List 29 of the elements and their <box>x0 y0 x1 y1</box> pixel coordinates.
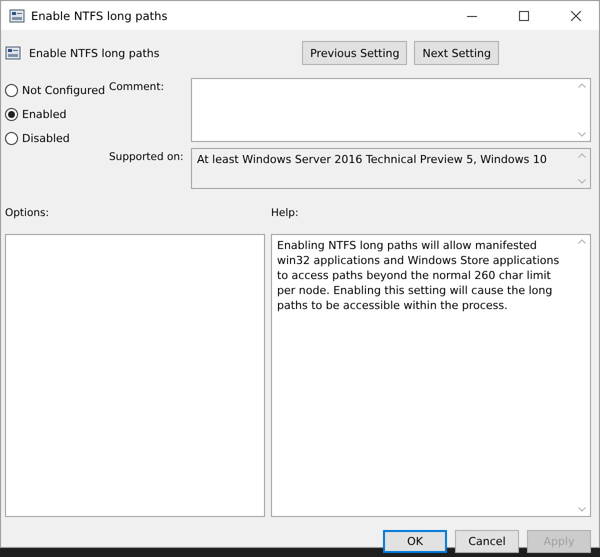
setting-title: Enable NTFS long paths <box>29 46 161 60</box>
dialog-button[interactable]: Cancel <box>455 530 519 553</box>
radio-label[interactable]: Disabled <box>22 132 70 145</box>
policy-icon <box>5 45 21 61</box>
options-label: Options: <box>5 206 50 219</box>
dialog-button[interactable]: OK <box>383 530 447 553</box>
radio-button[interactable] <box>5 132 18 145</box>
supported-on-field: At least Windows Server 2016 Technical Preview 5, Windows 10 <box>191 148 591 189</box>
comment-label: Comment: <box>109 80 164 93</box>
maximize-icon[interactable] <box>519 10 529 20</box>
scroll-up-icon[interactable] <box>578 83 586 88</box>
scroll-down-icon[interactable] <box>578 179 586 184</box>
radio-button[interactable] <box>5 84 18 97</box>
comment-field[interactable] <box>191 78 591 142</box>
radio-button[interactable] <box>5 108 18 121</box>
close-icon[interactable] <box>571 10 581 20</box>
scroll-down-icon[interactable] <box>578 132 586 137</box>
scroll-down-icon[interactable] <box>578 507 586 512</box>
scroll-up-icon[interactable] <box>578 153 586 158</box>
radio-label[interactable]: Enabled <box>22 108 66 121</box>
scroll-up-icon[interactable] <box>578 239 586 244</box>
app-icon <box>9 8 25 24</box>
help-text: Enabling NTFS long paths will allow manifested win32 applications and Windows Store applications to access paths beyond the normal 260 char limit per node. Enabling this setting will cause the long paths to be accessible within the process. <box>276 238 560 314</box>
window-title: Enable NTFS long paths <box>31 8 168 22</box>
previous-setting-button[interactable]: Previous Setting <box>302 41 408 65</box>
supported-on-label: Supported on: <box>109 150 184 163</box>
help-label: Help: <box>271 206 298 219</box>
radio-label[interactable]: Not Configured <box>22 84 106 97</box>
next-setting-button[interactable]: Next Setting <box>414 41 499 65</box>
